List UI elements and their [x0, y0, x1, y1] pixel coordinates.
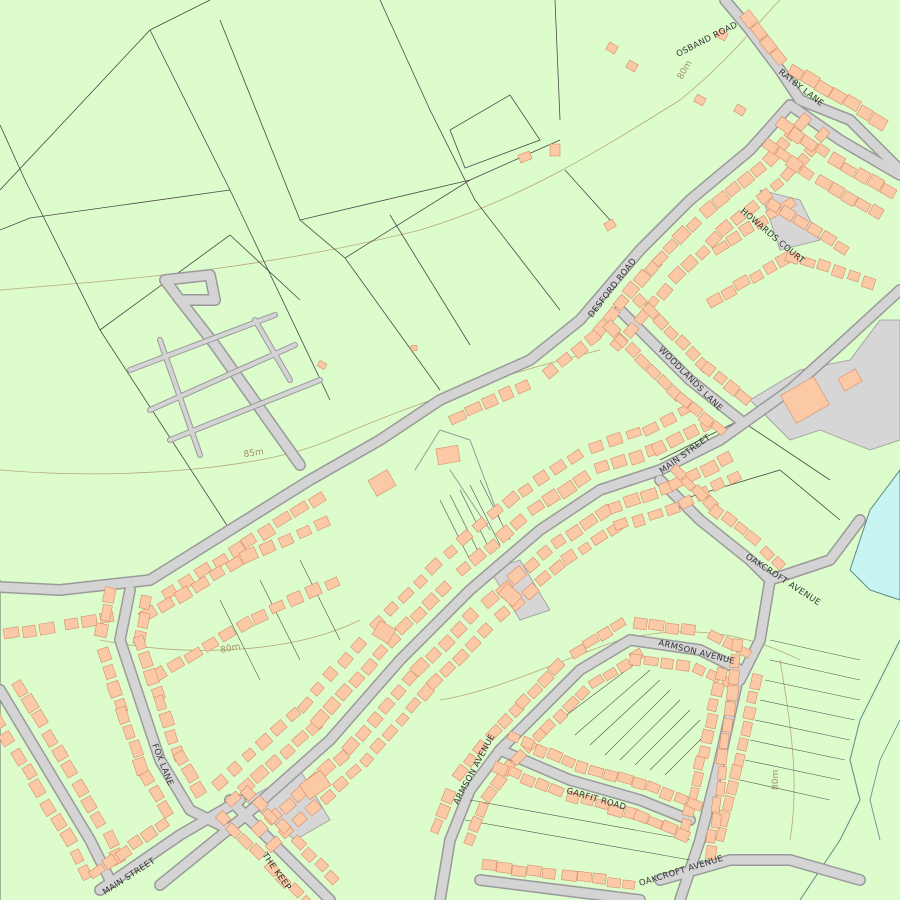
- building: [526, 864, 542, 877]
- building: [606, 877, 622, 889]
- building: [628, 653, 642, 667]
- building: [680, 623, 697, 636]
- building: [723, 700, 737, 717]
- building: [38, 621, 56, 636]
- building: [2, 626, 20, 640]
- building: [710, 812, 723, 829]
- building: [80, 614, 98, 629]
- building: [715, 748, 729, 766]
- building: [700, 728, 715, 745]
- building: [93, 622, 109, 639]
- building: [721, 717, 734, 733]
- building: [746, 690, 759, 705]
- building: [715, 781, 726, 797]
- building: [725, 684, 740, 702]
- building: [742, 705, 757, 721]
- building: [138, 594, 152, 610]
- building: [632, 616, 648, 631]
- building: [549, 143, 561, 157]
- building: [591, 872, 607, 885]
- building: [716, 765, 728, 781]
- map-canvas[interactable]: DESFORD ROAD MAIN STREET MAIN STREET RAT…: [0, 0, 900, 900]
- building: [727, 669, 740, 685]
- building: [731, 638, 744, 653]
- building: [435, 444, 461, 466]
- building: [675, 659, 691, 672]
- building: [541, 867, 557, 880]
- building: [719, 732, 730, 750]
- building: [664, 622, 680, 635]
- building: [410, 345, 418, 351]
- building: [710, 796, 722, 814]
- building: [21, 624, 37, 639]
- building: [710, 681, 725, 698]
- building: [705, 828, 717, 844]
- building: [481, 858, 498, 872]
- building: [63, 617, 79, 631]
- building: [576, 870, 593, 883]
- building: [660, 657, 674, 670]
- contour-label-80m-east: 80m: [771, 770, 781, 790]
- building: [621, 879, 636, 890]
- building: [511, 865, 527, 878]
- building: [561, 869, 578, 882]
- building: [495, 861, 513, 874]
- building: [647, 618, 665, 632]
- building: [643, 655, 660, 667]
- building: [714, 666, 728, 682]
